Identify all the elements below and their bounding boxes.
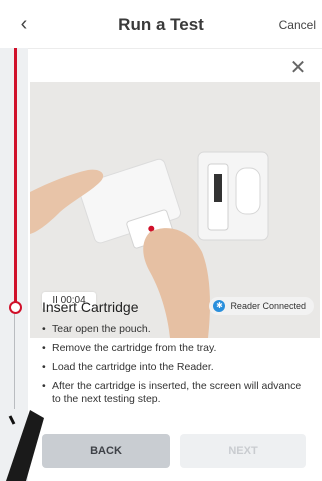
- list-item: • After the cartridge is inserted, the s…: [42, 380, 312, 406]
- close-icon[interactable]: ✕: [288, 58, 308, 78]
- bullet: •: [42, 380, 46, 392]
- list-item: • Load the cartridge into the Reader.: [42, 361, 312, 374]
- instruction-text: After the cartridge is inserted, the scr…: [52, 380, 302, 405]
- list-item: • Remove the cartridge from the tray.: [42, 342, 312, 355]
- stylus-overlay: [0, 410, 60, 481]
- back-button[interactable]: BACK: [42, 434, 170, 468]
- page-title: Run a Test: [118, 15, 204, 34]
- reader-status-badge: ✱ Reader Connected: [209, 297, 314, 315]
- bluetooth-icon: ✱: [213, 300, 226, 312]
- progress-line-remaining: [14, 314, 15, 409]
- cancel-button[interactable]: Cancel: [279, 18, 316, 32]
- progress-step-marker: [9, 301, 22, 314]
- progress-line-completed: [14, 48, 17, 306]
- instruction-list: • Tear open the pouch. • Remove the cart…: [42, 323, 312, 412]
- step-card: ✕ II 00:04 Insert Cartridge ✱ Reader Con…: [30, 52, 320, 480]
- instruction-text: Load the cartridge into the Reader.: [52, 361, 214, 373]
- reader-status-label: Reader Connected: [230, 301, 306, 311]
- stylus-illustration: [6, 410, 44, 481]
- next-button[interactable]: NEXT: [180, 434, 306, 468]
- list-item: • Tear open the pouch.: [42, 323, 312, 336]
- bullet: •: [42, 323, 46, 335]
- bullet: •: [42, 342, 46, 354]
- step-title: Insert Cartridge: [42, 299, 139, 315]
- top-bar: ‹ Run a Test Cancel: [0, 0, 322, 49]
- instruction-text: Remove the cartridge from the tray.: [52, 342, 217, 354]
- instruction-text: Tear open the pouch.: [52, 323, 151, 335]
- bullet: •: [42, 361, 46, 373]
